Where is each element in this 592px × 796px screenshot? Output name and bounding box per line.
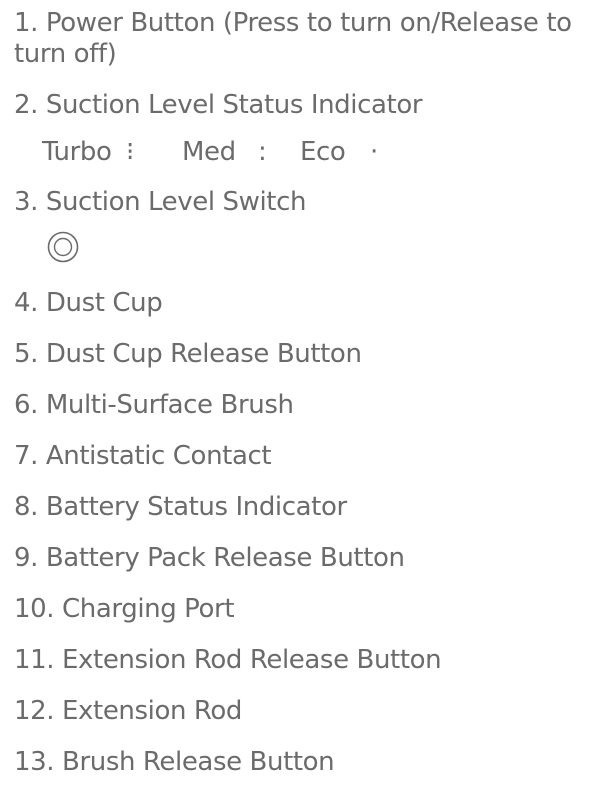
concentric-circle-switch-icon [47, 231, 79, 263]
item-antistatic-contact: 7. Antistatic Contact [14, 441, 272, 471]
item-suction-level-switch: 3. Suction Level Switch [14, 187, 307, 217]
parts-list: 1. Power Button (Press to turn on/Releas… [14, 8, 584, 796]
item-suction-level-indicator: 2. Suction Level Status Indicator [14, 90, 423, 120]
item-extension-rod-release-button: 11. Extension Rod Release Button [14, 645, 442, 675]
item-battery-status-indicator: 8. Battery Status Indicator [14, 492, 347, 522]
suction-level-eco-label: Eco [300, 137, 346, 167]
suction-level-turbo-indicator: ⁝ [126, 137, 134, 167]
item-dust-cup: 4. Dust Cup [14, 288, 163, 318]
item-battery-pack-release-button: 9. Battery Pack Release Button [14, 543, 405, 573]
item-dust-cup-release-button: 5. Dust Cup Release Button [14, 339, 362, 369]
suction-level-med-indicator: : [258, 137, 267, 167]
suction-switch-symbol-row [14, 230, 584, 266]
item-power-button: 1. Power Button (Press to turn on/Releas… [14, 8, 572, 69]
item-brush-release-button: 13. Brush Release Button [14, 747, 335, 777]
suction-level-turbo-label: Turbo [42, 137, 112, 167]
suction-level-legend: Turbo ⁝ Med : Eco · [14, 135, 584, 169]
item-extension-rod: 12. Extension Rod [14, 696, 243, 726]
item-charging-port: 10. Charging Port [14, 594, 235, 624]
suction-level-eco-indicator: · [370, 137, 378, 167]
suction-level-med-label: Med [182, 137, 236, 167]
item-multi-surface-brush: 6. Multi-Surface Brush [14, 390, 294, 420]
